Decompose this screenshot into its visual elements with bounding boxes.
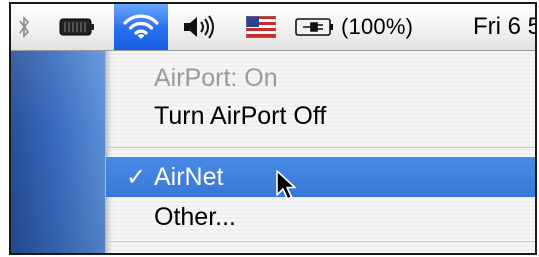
- screenshot-frame: (100%) Fri 6 5 AirPort: On Turn AirPort …: [9, 2, 537, 255]
- network-name-label: AirNet: [154, 162, 224, 191]
- airport-status-label: AirPort: On: [154, 63, 278, 92]
- other-network-label: Other...: [154, 202, 236, 231]
- airport-status-item: AirPort: On: [106, 59, 535, 97]
- turn-airport-off-item[interactable]: Turn AirPort Off: [106, 97, 535, 135]
- mouse-cursor-icon: [276, 170, 296, 200]
- other-network-item[interactable]: Other...: [106, 198, 535, 236]
- power-plug-icon: [295, 18, 333, 36]
- bluetooth-icon[interactable]: [11, 4, 37, 50]
- airport-dropdown-menu: AirPort: On Turn AirPort Off ✓ AirNet Ot…: [105, 51, 535, 253]
- menu-separator: [106, 147, 535, 148]
- volume-icon[interactable]: [177, 4, 221, 50]
- battery-percentage: (100%): [341, 14, 414, 39]
- checkmark-icon: ✓: [126, 163, 147, 191]
- airport-menu-button[interactable]: [114, 4, 168, 50]
- turn-airport-off-label: Turn AirPort Off: [154, 101, 327, 130]
- power-status[interactable]: (100%): [295, 4, 455, 50]
- us-flag-icon[interactable]: [239, 4, 283, 50]
- menu-clock[interactable]: Fri 6 5: [473, 4, 535, 50]
- wifi-icon: [123, 14, 159, 39]
- network-item-airnet[interactable]: ✓ AirNet: [106, 157, 535, 197]
- menu-bar: (100%) Fri 6 5: [11, 4, 535, 51]
- menu-separator: [106, 241, 535, 242]
- battery-icon[interactable]: [53, 4, 101, 50]
- desktop-background: [11, 51, 105, 253]
